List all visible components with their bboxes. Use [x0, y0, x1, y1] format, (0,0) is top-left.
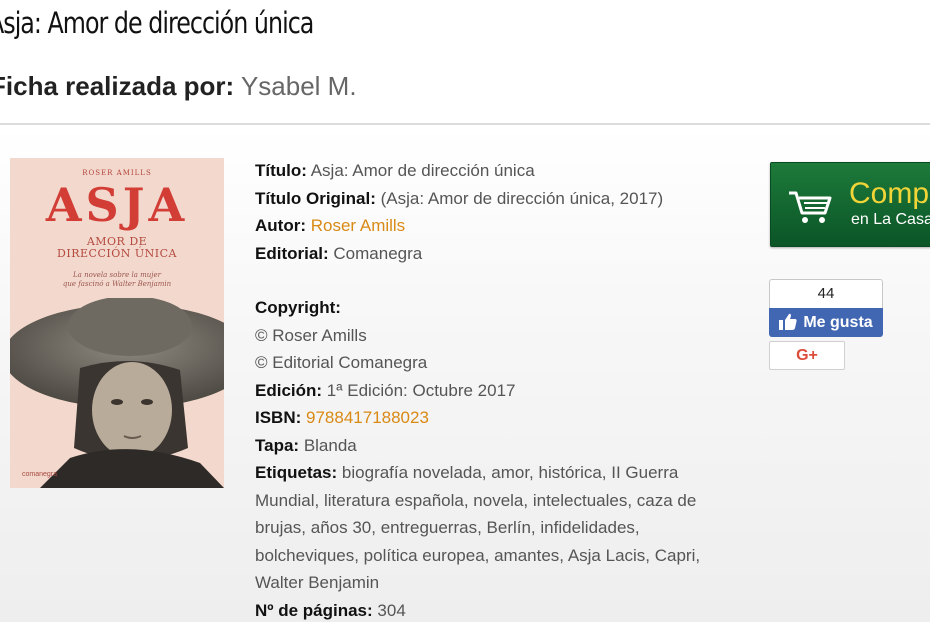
detail-row-titulo-original: Título Original: (Asja: Amor de direcció… [255, 185, 735, 213]
page-title: Asja: Amor de dirección única [0, 6, 313, 40]
detail-row-etiquetas: Etiquetas: biografía novelada, amor, his… [255, 459, 735, 597]
titulo-label: Título: [255, 161, 307, 180]
paginas-value: 304 [377, 601, 405, 620]
buy-button[interactable]: Comp en La Casa [770, 162, 930, 247]
book-info-panel: ROSER AMILLS ASJA AMOR DE DIRECCIÓN ÚNIC… [0, 123, 930, 622]
detail-row-editorial: Editorial: Comanegra [255, 240, 735, 268]
edicion-label: Edición: [255, 381, 322, 400]
cover-title: ASJA [10, 182, 224, 228]
cover-author: ROSER AMILLS [10, 169, 224, 177]
byline-label: Ficha realizada por: [0, 71, 234, 101]
cover-tagline-line: que fascinó a Walter Benjamin [10, 280, 224, 289]
spacer [255, 267, 735, 294]
detail-row-titulo: Título: Asja: Amor de dirección única [255, 157, 735, 185]
like-button[interactable]: Me gusta [769, 308, 883, 337]
detail-row-autor: Autor: Roser Amills [255, 212, 735, 240]
detail-row-tapa: Tapa: Blanda [255, 432, 735, 460]
edicion-value: 1ª Edición: Octubre 2017 [327, 381, 516, 400]
etiquetas-value: biografía novelada, amor, histórica, II … [255, 463, 700, 592]
titulo-original-value: (Asja: Amor de dirección única, 2017) [381, 189, 664, 208]
facebook-like-widget[interactable]: 44 Me gusta [769, 279, 883, 337]
buy-button-store-name: La Casa [873, 211, 930, 228]
book-details: Título: Asja: Amor de dirección única Tí… [255, 157, 735, 624]
isbn-link[interactable]: 9788417188023 [306, 408, 429, 427]
cover-publisher: comanegra [22, 471, 57, 478]
tapa-label: Tapa: [255, 436, 299, 455]
editorial-value: Comanegra [333, 244, 422, 263]
copyright-label: Copyright: [255, 298, 341, 317]
etiquetas-label: Etiquetas: [255, 463, 337, 482]
tapa-value: Blanda [304, 436, 357, 455]
cover-tagline-line: La novela sobre la mujer [10, 271, 224, 280]
byline-author: Ysabel M. [241, 71, 357, 101]
paginas-label: Nº de páginas: [255, 601, 373, 620]
copyright-line: © Editorial Comanegra [255, 349, 735, 377]
isbn-label: ISBN: [255, 408, 301, 427]
shopping-cart-icon [787, 189, 833, 225]
editorial-label: Editorial: [255, 244, 329, 263]
titulo-value: Asja: Amor de dirección única [311, 161, 535, 180]
byline: Ficha realizada por: Ysabel M. [0, 71, 357, 102]
detail-row-isbn: ISBN: 9788417188023 [255, 404, 735, 432]
autor-link[interactable]: Roser Amills [311, 216, 405, 235]
google-plus-button[interactable]: G+ [769, 341, 845, 370]
cover-portrait-image [10, 298, 224, 488]
autor-label: Autor: [255, 216, 306, 235]
like-count: 44 [769, 279, 883, 308]
book-cover[interactable]: ROSER AMILLS ASJA AMOR DE DIRECCIÓN ÚNIC… [10, 158, 224, 488]
buy-button-store: en La Casa [851, 211, 930, 229]
buy-button-prefix: en [851, 211, 869, 228]
titulo-original-label: Título Original: [255, 189, 376, 208]
like-label: Me gusta [803, 314, 872, 331]
buy-button-label: Comp [849, 177, 929, 211]
thumbs-up-icon [779, 313, 797, 330]
cover-subtitle-line: DIRECCIÓN ÚNICA [10, 248, 224, 260]
cover-subtitle: AMOR DE DIRECCIÓN ÚNICA [10, 236, 224, 260]
cover-tagline: La novela sobre la mujer que fascinó a W… [10, 271, 224, 289]
copyright-line: © Roser Amills [255, 322, 735, 350]
detail-row-edicion: Edición: 1ª Edición: Octubre 2017 [255, 377, 735, 405]
detail-row-copyright: Copyright: [255, 294, 735, 322]
